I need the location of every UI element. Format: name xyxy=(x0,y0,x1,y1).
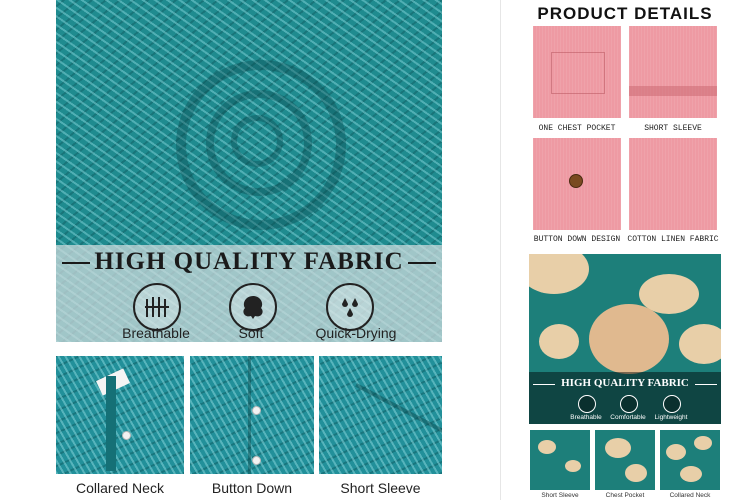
lightweight-icon xyxy=(663,395,681,413)
thumb-label-short-sleeve: Short Sleeve xyxy=(541,492,579,499)
comfortable-icon xyxy=(620,395,638,413)
caption-collared-neck: Collared Neck xyxy=(76,480,164,496)
label-short-sleeve: SHORT SLEEVE xyxy=(644,124,702,133)
label-one-chest-pocket: ONE CHEST POCKET xyxy=(538,124,616,133)
floral-chest-pocket-thumbnail xyxy=(595,430,655,490)
separator-line xyxy=(500,0,501,500)
floral-label-lightweight: Lightweight xyxy=(654,414,688,421)
label-button-down-design: BUTTON DOWN DESIGN xyxy=(533,235,621,244)
short-sleeve-image xyxy=(319,356,442,474)
breathable-icon xyxy=(133,283,181,331)
floral-short-sleeve-thumbnail xyxy=(530,430,590,490)
collared-neck-image xyxy=(56,356,184,474)
product-details-title: PRODUCT DETAILS xyxy=(537,4,713,23)
breathable-icon xyxy=(578,395,596,413)
cotton-linen-fabric-image xyxy=(629,138,717,230)
caption-short-sleeve: Short Sleeve xyxy=(340,480,421,496)
feature-label-soft: Soft xyxy=(238,325,264,341)
button-down-image xyxy=(190,356,314,474)
chest-pocket-image xyxy=(533,26,621,118)
floral-collared-neck-thumbnail xyxy=(660,430,720,490)
soft-icon xyxy=(229,283,277,331)
thumb-label-chest-pocket: Chest Pocket xyxy=(605,492,645,499)
floral-fabric-title: HIGH QUALITY FABRIC xyxy=(561,377,689,389)
feature-label-quick-drying: Quick-Drying xyxy=(315,325,397,341)
short-sleeve-detail-image xyxy=(629,26,717,118)
label-cotton-linen-fabric: COTTON LINEN FABRIC xyxy=(627,235,719,244)
caption-button-down: Button Down xyxy=(211,480,293,496)
feature-label-breathable: Breathable xyxy=(122,325,190,341)
button-down-design-image xyxy=(533,138,621,230)
thumb-label-collared-neck: Collared Neck xyxy=(669,492,711,499)
fabric-title: HIGH QUALITY FABRIC xyxy=(94,248,404,275)
quick-drying-icon xyxy=(326,283,374,331)
